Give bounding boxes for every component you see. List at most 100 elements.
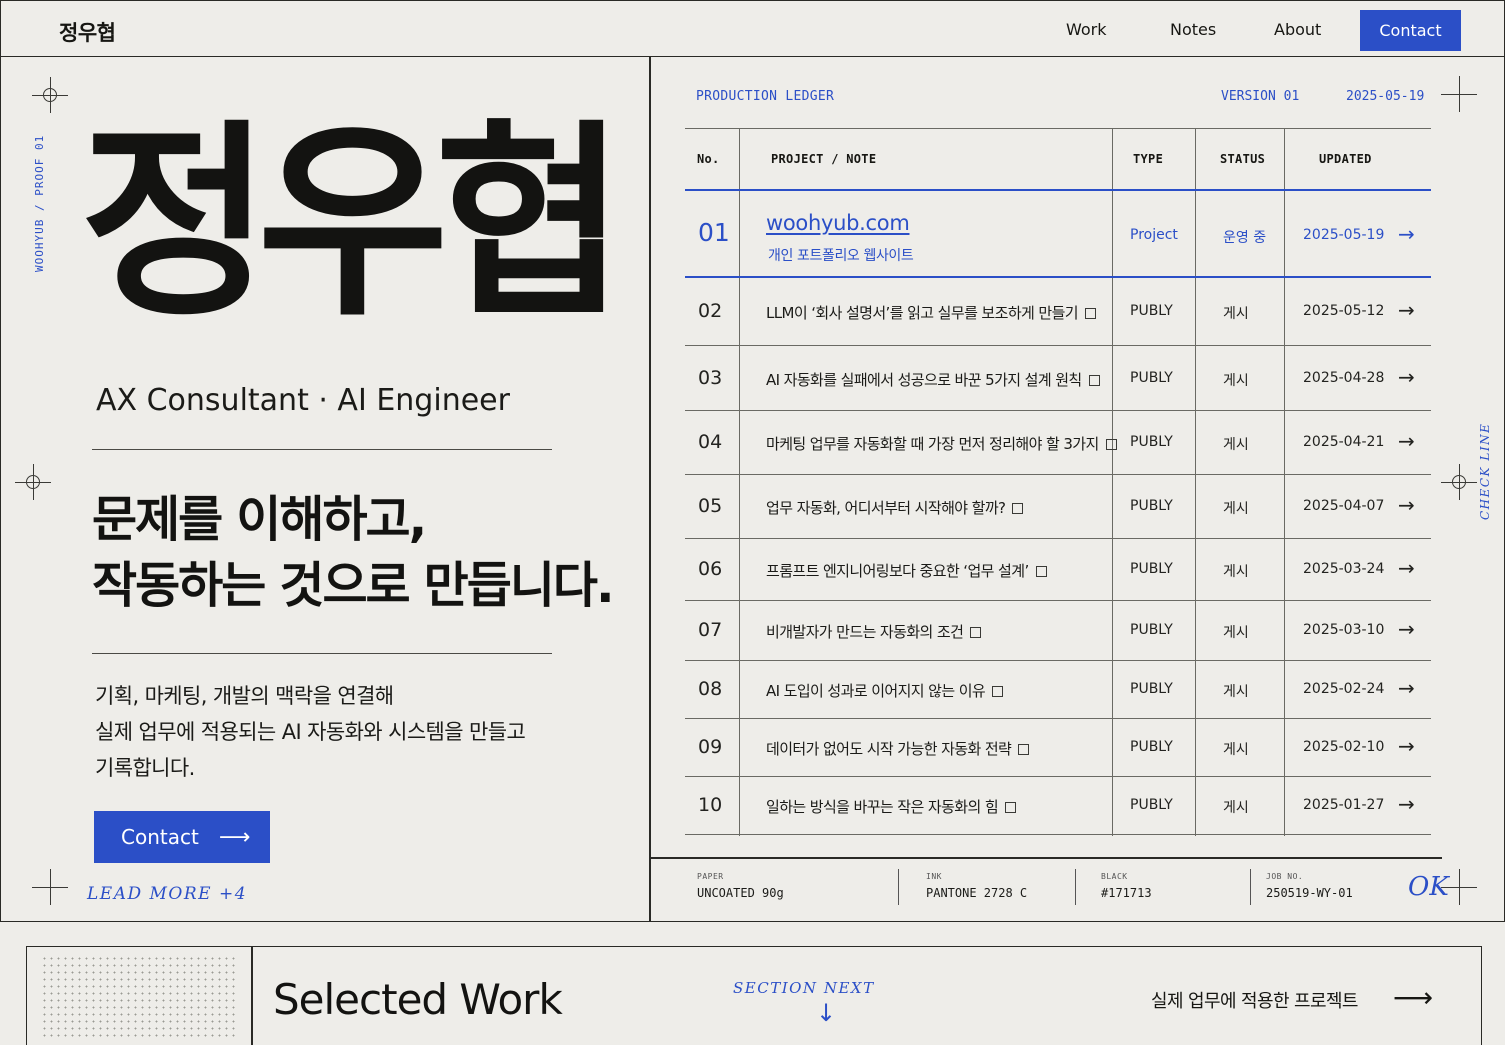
section-divider [251,947,253,1045]
row-type: PUBLY [1130,370,1173,386]
hero-role: AX Consultant · AI Engineer [96,383,510,418]
arrow-right-icon[interactable]: → [1398,429,1415,453]
external-link-icon [1085,308,1097,319]
arrow-right-icon[interactable]: → [1398,792,1415,816]
arrow-right-icon[interactable]: → [1398,676,1415,700]
intro-line: 실제 업무에 적용되는 AI 자동화와 시스템을 만들고 [95,720,526,744]
section-title: Selected Work [273,975,563,1024]
row-number: 08 [698,678,723,700]
arrow-right-icon[interactable]: → [1398,617,1415,641]
spec-value: UNCOATED 90g [697,886,784,900]
brand-logo[interactable]: 정우협 [59,17,116,47]
featured-row[interactable]: 01 woohyub.com 개인 포트폴리오 웹사이트 Project 운영 … [685,191,1431,277]
table-row[interactable]: 05 업무 자동화, 어디서부터 시작해야 할까? PUBLY 게시 2025-04-0… [685,475,1431,539]
row-status: 운영 중 [1223,230,1267,246]
external-link-icon [1088,375,1100,386]
dot-grid-pattern [41,955,237,1041]
table-header-row: No. PROJECT / NOTE TYPE STATUS UPDATED [685,128,1431,190]
row-title-link[interactable]: AI 자동화를 실패에서 성공으로 바꾼 5가지 설계 원칙 [766,369,1100,390]
row-type: PUBLY [1130,561,1173,577]
selected-work-section[interactable]: Selected Work SECTION NEXT ↓ 실제 업무에 적용한 … [26,946,1482,1045]
nav-contact-button[interactable]: Contact [1360,10,1461,51]
arrow-right-icon[interactable]: → [1398,556,1415,580]
table-row[interactable]: 04 마케팅 업무를 자동화할 때 가장 먼저 정리해야 할 3가지 PUBLY 게시… [685,411,1431,475]
row-title-link[interactable]: 비개발자가 만드는 자동화의 조건 [766,621,982,642]
row-date: 2025-01-27 [1303,797,1385,813]
column-divider [649,56,651,922]
row-status: 게시 [1223,800,1249,816]
spec-job: JOB NO. 250519-WY-01 [1266,872,1353,900]
table-rule [685,834,1431,835]
table-row[interactable]: 02 LLM이 ‘회사 설명서’를 읽고 실무를 보조하게 만들기 PUBLY 게시 2… [685,278,1431,346]
hero-intro: 기획, 마케팅, 개발의 맥락을 연결해 실제 업무에 적용되는 AI 자동화와… [95,678,526,786]
nav-link-notes[interactable]: Notes [1170,20,1216,39]
table-row[interactable]: 09 데이터가 없어도 시작 가능한 자동화 전략 PUBLY 게시 2025-02-1… [685,719,1431,777]
row-title-link[interactable]: 업무 자동화, 어디서부터 시작해야 할까? [766,497,1024,518]
arrow-right-icon[interactable]: → [1398,493,1415,517]
row-status: 게시 [1223,684,1249,700]
section-next-note: SECTION NEXT [733,979,875,997]
project-link[interactable]: woohyub.com [766,211,910,235]
row-number: 03 [698,367,723,389]
row-type: PUBLY [1130,681,1173,697]
hero-contact-button[interactable]: Contact ⟶ [94,811,270,863]
registration-mark-icon [32,77,68,113]
row-type: PUBLY [1130,303,1173,319]
section-description: 실제 업무에 적용한 프로젝트 [1151,991,1358,1012]
ledger-version: VERSION 01 [1221,89,1300,104]
arrow-right-icon[interactable]: → [1398,222,1415,246]
row-type: PUBLY [1130,797,1173,813]
spec-rule [650,857,1442,859]
row-title: 프롬프트 엔지니어링보다 중요한 ‘업무 설계’ [766,562,1029,580]
row-status: 게시 [1223,373,1249,389]
intro-line: 기록합니다. [95,756,195,780]
row-date: 2025-03-24 [1303,561,1385,577]
row-title-link[interactable]: 데이터가 없어도 시작 가능한 자동화 전략 [766,738,1030,759]
row-title: 업무 자동화, 어디서부터 시작해야 할까? [766,499,1006,517]
intro-line: 기획, 마케팅, 개발의 맥락을 연결해 [95,684,394,708]
row-status: 게시 [1223,501,1249,517]
row-date: 2025-04-21 [1303,434,1385,450]
row-date: 2025-04-07 [1303,498,1385,514]
row-number: 09 [698,736,723,758]
row-title-link[interactable]: AI 도입이 성과로 이어지지 않는 이유 [766,680,1004,701]
table-row[interactable]: 03 AI 자동화를 실패에서 성공으로 바꾼 5가지 설계 원칙 PUBLY 게시 2… [685,346,1431,411]
arrow-right-icon[interactable]: → [1398,734,1415,758]
arrow-right-icon[interactable]: → [1398,365,1415,389]
row-title: LLM이 ‘회사 설명서’를 읽고 실무를 보조하게 만들기 [766,304,1079,322]
check-line-note: CHECK LINE [1478,422,1492,520]
nav-link-about[interactable]: About [1274,20,1321,39]
spec-divider [898,869,899,905]
row-number: 07 [698,619,723,641]
external-link-icon [1105,439,1117,450]
row-title-link[interactable]: 프롬프트 엔지니어링보다 중요한 ‘업무 설계’ [766,560,1047,581]
row-date: 2025-04-28 [1303,370,1385,386]
row-status: 게시 [1223,437,1249,453]
row-title-link[interactable]: LLM이 ‘회사 설명서’를 읽고 실무를 보조하게 만들기 [766,302,1097,323]
arrow-right-icon[interactable]: → [1398,298,1415,322]
row-title: 마케팅 업무를 자동화할 때 가장 먼저 정리해야 할 3가지 [766,435,1099,453]
row-type: PUBLY [1130,498,1173,514]
table-row[interactable]: 08 AI 도입이 성과로 이어지지 않는 이유 PUBLY 게시 2025-02-24… [685,661,1431,719]
row-date: 2025-03-10 [1303,622,1385,638]
row-title-link[interactable]: 마케팅 업무를 자동화할 때 가장 먼저 정리해야 할 3가지 [766,433,1117,454]
table-row[interactable]: 07 비개발자가 만드는 자동화의 조건 PUBLY 게시 2025-03-10 → [685,601,1431,661]
column-header-type: TYPE [1133,152,1164,166]
row-title-link[interactable]: 일하는 방식을 바꾸는 작은 자동화의 힘 [766,796,1017,817]
row-date: 2025-02-24 [1303,681,1385,697]
table-row[interactable]: 10 일하는 방식을 바꾸는 작은 자동화의 힘 PUBLY 게시 2025-01-27… [685,777,1431,835]
spec-key: BLACK [1101,872,1128,881]
column-header-no: No. [697,152,720,166]
row-title: AI 도입이 성과로 이어지지 않는 이유 [766,682,986,700]
external-link-icon [1018,744,1030,755]
table-row[interactable]: 06 프롬프트 엔지니어링보다 중요한 ‘업무 설계’ PUBLY 게시 2025-03… [685,539,1431,601]
divider [92,653,552,654]
arrow-right-icon[interactable]: ⟶ [1393,981,1433,1014]
headline-line: 작동하는 것으로 만듭니다. [92,557,615,614]
row-type: PUBLY [1130,739,1173,755]
spec-key: PAPER [697,872,724,881]
row-number: 10 [698,794,723,816]
nav-link-work[interactable]: Work [1066,20,1107,39]
row-date: 2025-05-12 [1303,303,1385,319]
external-link-icon [992,686,1004,697]
